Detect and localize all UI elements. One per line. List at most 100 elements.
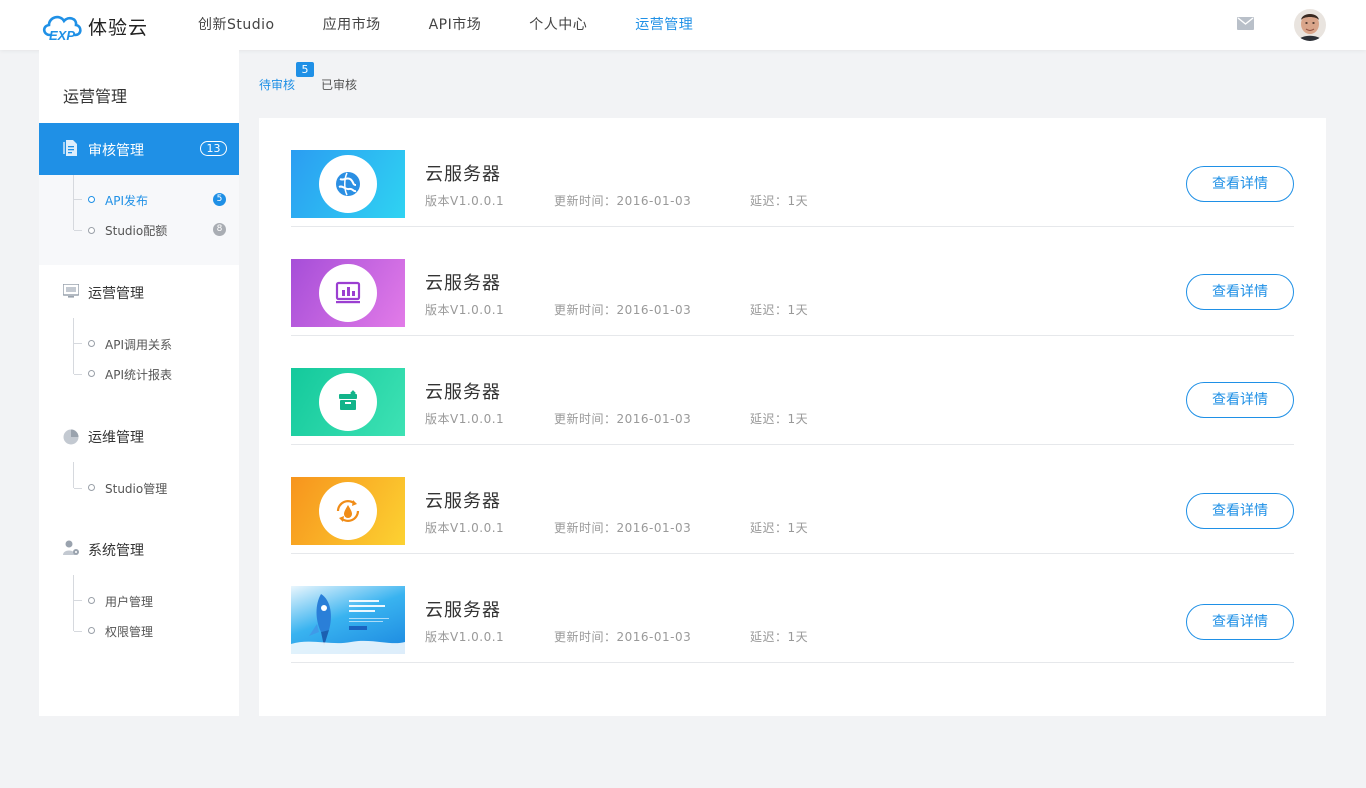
list-item: 云服务器 版本V1.0.0.1 更新时间：2016-01-03 延迟：1天 查看…: [291, 118, 1294, 227]
item-title: 云服务器: [425, 600, 501, 621]
sidebar-item-api-publish[interactable]: API发布: [105, 192, 148, 209]
sidebar-item-user-management[interactable]: 用户管理: [105, 593, 153, 610]
review-list-panel: 云服务器 版本V1.0.0.1 更新时间：2016-01-03 延迟：1天 查看…: [259, 118, 1326, 716]
item-delay: 延迟：1天: [750, 630, 809, 644]
sidebar-group-system-management[interactable]: 系统管理: [88, 540, 144, 560]
tree-tick: [74, 488, 82, 489]
tree-tick: [74, 343, 82, 344]
globe-icon: [336, 172, 360, 196]
item-title: 云服务器: [425, 273, 501, 294]
item-title: 云服务器: [425, 491, 501, 512]
chart-screen-icon: [335, 281, 361, 304]
app-thumbnail: [291, 477, 405, 545]
item-version: 版本V1.0.0.1: [425, 303, 505, 317]
bullet-icon: [88, 227, 95, 234]
tab-reviewed[interactable]: 已审核: [321, 76, 357, 93]
avatar-face-icon: [1294, 9, 1326, 41]
user-settings-icon: [63, 540, 79, 555]
sidebar-item-studio-management[interactable]: Studio管理: [105, 480, 167, 497]
bullet-icon: [88, 627, 95, 634]
nav-innovation-studio[interactable]: 创新Studio: [198, 0, 275, 50]
tree-tick: [74, 199, 82, 200]
item-updated-time: 更新时间：2016-01-03: [554, 412, 692, 426]
tree-tick: [74, 230, 82, 231]
bullet-icon: [88, 597, 95, 604]
thumbnail-badge: [319, 482, 377, 540]
item-delay: 延迟：1天: [750, 303, 809, 317]
view-details-button[interactable]: 查看详情: [1186, 274, 1294, 310]
thumbnail-badge: [319, 264, 377, 322]
cloud-logo-icon: EXP: [42, 15, 82, 41]
review-count-badge: 13: [200, 141, 227, 156]
sidebar-item-studio-quota[interactable]: Studio配额: [105, 222, 167, 239]
tree-connector: [73, 175, 74, 230]
sidebar-group-label: 审核管理: [88, 143, 144, 159]
document-icon: [63, 140, 77, 156]
monitor-icon: [63, 284, 79, 298]
tree-connector: [73, 318, 74, 374]
mail-icon[interactable]: [1237, 17, 1254, 30]
review-submenu: API发布 5 Studio配额 8: [39, 175, 239, 265]
item-updated-time: 更新时间：2016-01-03: [554, 194, 692, 208]
item-delay: 延迟：1天: [750, 412, 809, 426]
nav-app-market[interactable]: 应用市场: [323, 0, 381, 50]
item-updated-time: 更新时间：2016-01-03: [554, 630, 692, 644]
archive-box-icon: [339, 390, 357, 410]
sidebar-item-api-stat-report[interactable]: API统计报表: [105, 366, 172, 383]
sidebar-item-api-call-relation[interactable]: API调用关系: [105, 336, 172, 353]
sidebar-group-review-management[interactable]: 审核管理 13: [39, 123, 239, 175]
svg-text:EXP: EXP: [49, 28, 75, 41]
item-delay: 延迟：1天: [750, 521, 809, 535]
item-updated-time: 更新时间：2016-01-03: [554, 521, 692, 535]
drop-refresh-icon: [336, 500, 360, 522]
app-thumbnail: [291, 150, 405, 218]
sidebar: 运营管理 审核管理 13 API发布 5 Studio配额 8 运营管理 API…: [39, 50, 239, 716]
brand-name: 体验云: [88, 16, 149, 39]
tree-tick: [74, 631, 82, 632]
sidebar-group-devops-management[interactable]: 运维管理: [88, 427, 144, 447]
item-version: 版本V1.0.0.1: [425, 194, 505, 208]
view-details-button[interactable]: 查看详情: [1186, 382, 1294, 418]
item-version: 版本V1.0.0.1: [425, 412, 505, 426]
list-item: 云服务器 版本V1.0.0.1 更新时间：2016-01-03 延迟：1天 查看…: [291, 336, 1294, 445]
item-version: 版本V1.0.0.1: [425, 630, 505, 644]
item-updated-time: 更新时间：2016-01-03: [554, 303, 692, 317]
pending-count-badge: 5: [296, 62, 314, 77]
api-publish-badge: 5: [213, 193, 226, 206]
thumbnail-badge: [319, 373, 377, 431]
nav-api-market[interactable]: API市场: [429, 0, 482, 50]
list-item: 云服务器 版本V1.0.0.1 更新时间：2016-01-03 延迟：1天 查看…: [291, 554, 1294, 663]
pie-chart-icon: [63, 429, 79, 445]
item-delay: 延迟：1天: [750, 194, 809, 208]
item-title: 云服务器: [425, 382, 501, 403]
studio-quota-badge: 8: [213, 223, 226, 236]
item-version: 版本V1.0.0.1: [425, 521, 505, 535]
bullet-icon: [88, 340, 95, 347]
main-nav: 创新Studio 应用市场 API市场 个人中心 运营管理: [198, 0, 741, 50]
app-thumbnail: [291, 586, 405, 654]
bullet-icon: [88, 370, 95, 377]
view-details-button[interactable]: 查看详情: [1186, 604, 1294, 640]
bullet-icon: [88, 484, 95, 491]
list-item: 云服务器 版本V1.0.0.1 更新时间：2016-01-03 延迟：1天 查看…: [291, 445, 1294, 554]
tree-connector: [73, 462, 74, 488]
app-thumbnail: [291, 368, 405, 436]
view-details-button[interactable]: 查看详情: [1186, 166, 1294, 202]
nav-operations-management[interactable]: 运营管理: [635, 0, 693, 50]
thumbnail-badge: [319, 155, 377, 213]
tree-tick: [74, 600, 82, 601]
tree-tick: [74, 374, 82, 375]
item-title: 云服务器: [425, 164, 501, 185]
view-details-button[interactable]: 查看详情: [1186, 493, 1294, 529]
tab-pending-review[interactable]: 待审核: [259, 76, 295, 93]
sidebar-item-permission-management[interactable]: 权限管理: [105, 623, 153, 640]
app-thumbnail: [291, 259, 405, 327]
brand-logo[interactable]: EXP 体验云: [40, 10, 148, 42]
nav-personal-center[interactable]: 个人中心: [529, 0, 587, 50]
tree-connector: [73, 575, 74, 631]
sidebar-title: 运营管理: [63, 87, 128, 106]
active-bullet-icon: [88, 196, 95, 203]
sidebar-group-operations-management[interactable]: 运营管理: [88, 283, 144, 303]
user-avatar[interactable]: [1294, 9, 1326, 41]
rocket-banner-image: [291, 594, 405, 654]
